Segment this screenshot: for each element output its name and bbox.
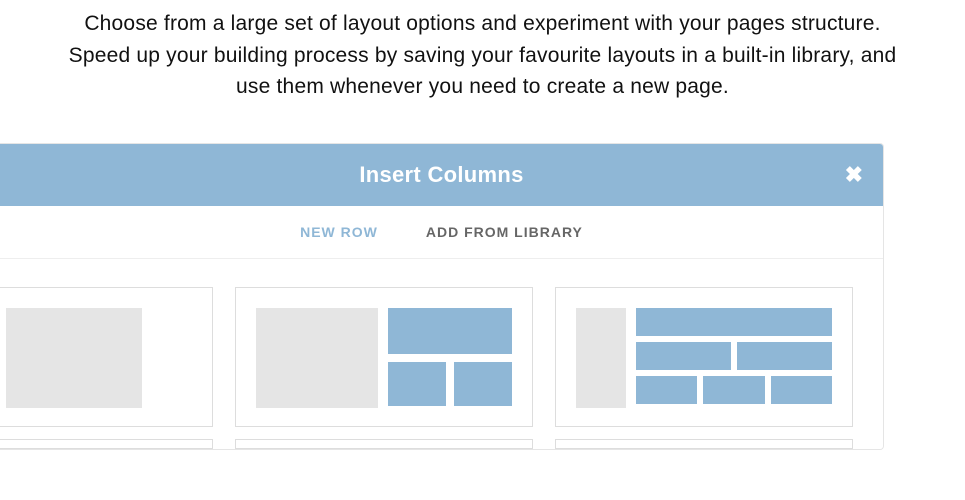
intro-text: Choose from a large set of layout option… xyxy=(0,0,965,143)
layout-option-1[interactable] xyxy=(0,287,213,427)
modal-title: Insert Columns xyxy=(20,162,863,188)
layout-options-row-partial xyxy=(0,439,883,449)
tab-add-from-library[interactable]: ADD FROM LIBRARY xyxy=(426,224,583,240)
layout-options-row xyxy=(0,259,883,439)
tab-new-row[interactable]: NEW ROW xyxy=(300,224,378,240)
modal-header: Insert Columns ✖ xyxy=(0,144,883,206)
layout-option-2[interactable] xyxy=(235,287,533,427)
close-icon[interactable]: ✖ xyxy=(845,164,863,186)
insert-columns-modal: Insert Columns ✖ NEW ROW ADD FROM LIBRAR… xyxy=(0,143,884,450)
layout-option-6[interactable] xyxy=(555,439,853,449)
layout-option-4[interactable] xyxy=(0,439,213,449)
modal-tabs: NEW ROW ADD FROM LIBRARY xyxy=(0,206,883,259)
layout-option-5[interactable] xyxy=(235,439,533,449)
layout-option-3[interactable] xyxy=(555,287,853,427)
